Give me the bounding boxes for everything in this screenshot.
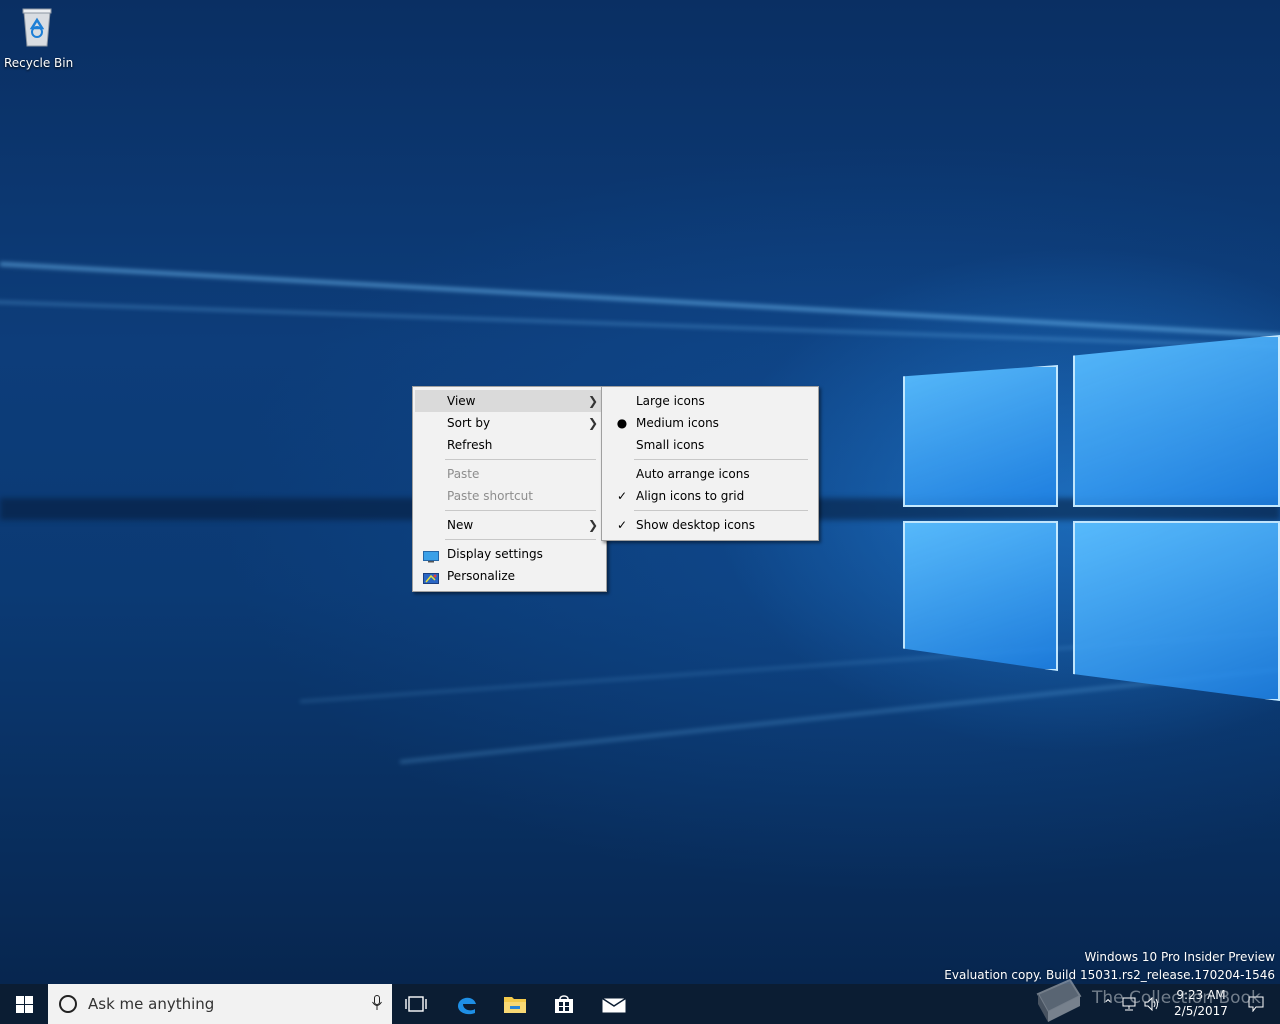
store-button[interactable] xyxy=(540,984,588,1024)
menu-item-paste-shortcut: Paste shortcut xyxy=(415,485,604,507)
menu-item-label: Display settings xyxy=(447,547,543,561)
menu-item-small-icons[interactable]: Small icons xyxy=(604,434,816,456)
logo-pane-top-left xyxy=(903,365,1058,507)
desktop-context-menu: View ❯ Sort by ❯ Refresh Paste Paste sho… xyxy=(412,386,607,592)
chevron-right-icon: ❯ xyxy=(587,518,598,532)
notifications-icon xyxy=(1248,996,1264,1012)
desktop[interactable]: Recycle Bin View ❯ Sort by ❯ Refresh Pas… xyxy=(0,0,1280,984)
cortana-search-box[interactable]: Ask me anything xyxy=(48,984,392,1024)
show-hidden-icons-button[interactable]: ⌃ xyxy=(1096,984,1120,1024)
menu-item-label: Paste xyxy=(447,467,480,481)
task-view-icon xyxy=(405,996,427,1012)
edge-icon xyxy=(458,997,476,1015)
checkmark-icon: ✓ xyxy=(616,518,628,532)
start-button[interactable] xyxy=(0,984,48,1024)
menu-item-view[interactable]: View ❯ xyxy=(415,390,604,412)
clock-time: 9:23 AM xyxy=(1176,988,1226,1002)
network-button[interactable] xyxy=(1118,984,1142,1024)
volume-icon xyxy=(1144,997,1158,1011)
recycle-bin-icon xyxy=(21,6,53,47)
menu-item-large-icons[interactable]: Large icons xyxy=(604,390,816,412)
desktop-icon-label: Recycle Bin xyxy=(4,56,74,70)
cortana-icon xyxy=(59,995,77,1013)
mail-icon xyxy=(602,997,626,1013)
chevron-up-icon: ⌃ xyxy=(1102,997,1114,1011)
menu-item-align-icons-to-grid[interactable]: ✓ Align icons to grid xyxy=(604,485,816,507)
menu-item-medium-icons[interactable]: ● Medium icons xyxy=(604,412,816,434)
display-icon xyxy=(423,548,439,563)
menu-item-sort-by[interactable]: Sort by ❯ xyxy=(415,412,604,434)
menu-item-label: Show desktop icons xyxy=(636,518,756,532)
microphone-icon[interactable] xyxy=(362,994,392,1014)
menu-item-label: Paste shortcut xyxy=(447,489,533,503)
menu-item-label: Auto arrange icons xyxy=(636,467,750,481)
mail-button[interactable] xyxy=(590,984,638,1024)
chevron-right-icon: ❯ xyxy=(587,394,598,408)
menu-item-paste: Paste xyxy=(415,463,604,485)
search-input[interactable]: Ask me anything xyxy=(88,995,362,1013)
logo-pane-top-right xyxy=(1073,335,1280,507)
task-view-button[interactable] xyxy=(392,984,440,1024)
menu-separator xyxy=(445,539,596,540)
menu-separator xyxy=(445,510,596,511)
desktop-icon-recycle-bin[interactable]: Recycle Bin xyxy=(4,6,74,70)
view-submenu: Large icons ● Medium icons Small icons A… xyxy=(601,386,819,541)
wallpaper-beam xyxy=(0,262,1280,339)
bullet-icon: ● xyxy=(616,416,628,430)
chevron-right-icon: ❯ xyxy=(587,416,598,430)
menu-item-show-desktop-icons[interactable]: ✓ Show desktop icons xyxy=(604,514,816,536)
personalize-icon xyxy=(423,570,439,584)
windows-logo-icon xyxy=(15,995,33,1013)
watermark-build: Evaluation copy. Build 15031.rs2_release… xyxy=(944,968,1275,982)
menu-item-label: Align icons to grid xyxy=(636,489,745,503)
menu-separator xyxy=(445,459,596,460)
checkmark-icon: ✓ xyxy=(616,489,628,503)
build-watermark: Windows 10 Pro Insider Preview Evaluatio… xyxy=(944,948,1275,984)
menu-item-new[interactable]: New ❯ xyxy=(415,514,604,536)
store-icon xyxy=(555,995,573,1013)
menu-item-label: Small icons xyxy=(636,438,705,452)
menu-item-personalize[interactable]: Personalize xyxy=(415,565,604,587)
menu-item-auto-arrange-icons[interactable]: Auto arrange icons xyxy=(604,463,816,485)
menu-item-label: Large icons xyxy=(636,394,705,408)
menu-item-label: Sort by xyxy=(447,416,491,430)
taskbar: Ask me anything ⌃ 9:23 AM 2/5/2017 xyxy=(0,984,1280,1024)
menu-item-label: Personalize xyxy=(447,569,516,583)
network-icon xyxy=(1122,997,1136,1011)
menu-separator xyxy=(634,510,808,511)
menu-item-display-settings[interactable]: Display settings xyxy=(415,543,604,565)
menu-item-label: New xyxy=(447,518,474,532)
menu-separator xyxy=(634,459,808,460)
file-explorer-icon xyxy=(504,997,526,1013)
logo-pane-bottom-left xyxy=(903,521,1058,671)
clock-date: 2/5/2017 xyxy=(1174,1004,1228,1018)
action-center-button[interactable] xyxy=(1236,984,1276,1024)
menu-item-label: View xyxy=(447,394,476,408)
file-explorer-button[interactable] xyxy=(491,984,539,1024)
menu-item-refresh[interactable]: Refresh xyxy=(415,434,604,456)
edge-button[interactable] xyxy=(443,984,491,1024)
logo-pane-bottom-right xyxy=(1073,521,1280,701)
taskbar-clock[interactable]: 9:23 AM 2/5/2017 xyxy=(1166,987,1236,1019)
menu-item-label: Medium icons xyxy=(636,416,719,430)
watermark-edition: Windows 10 Pro Insider Preview xyxy=(1084,950,1275,964)
menu-item-label: Refresh xyxy=(447,438,493,452)
volume-button[interactable] xyxy=(1140,984,1164,1024)
